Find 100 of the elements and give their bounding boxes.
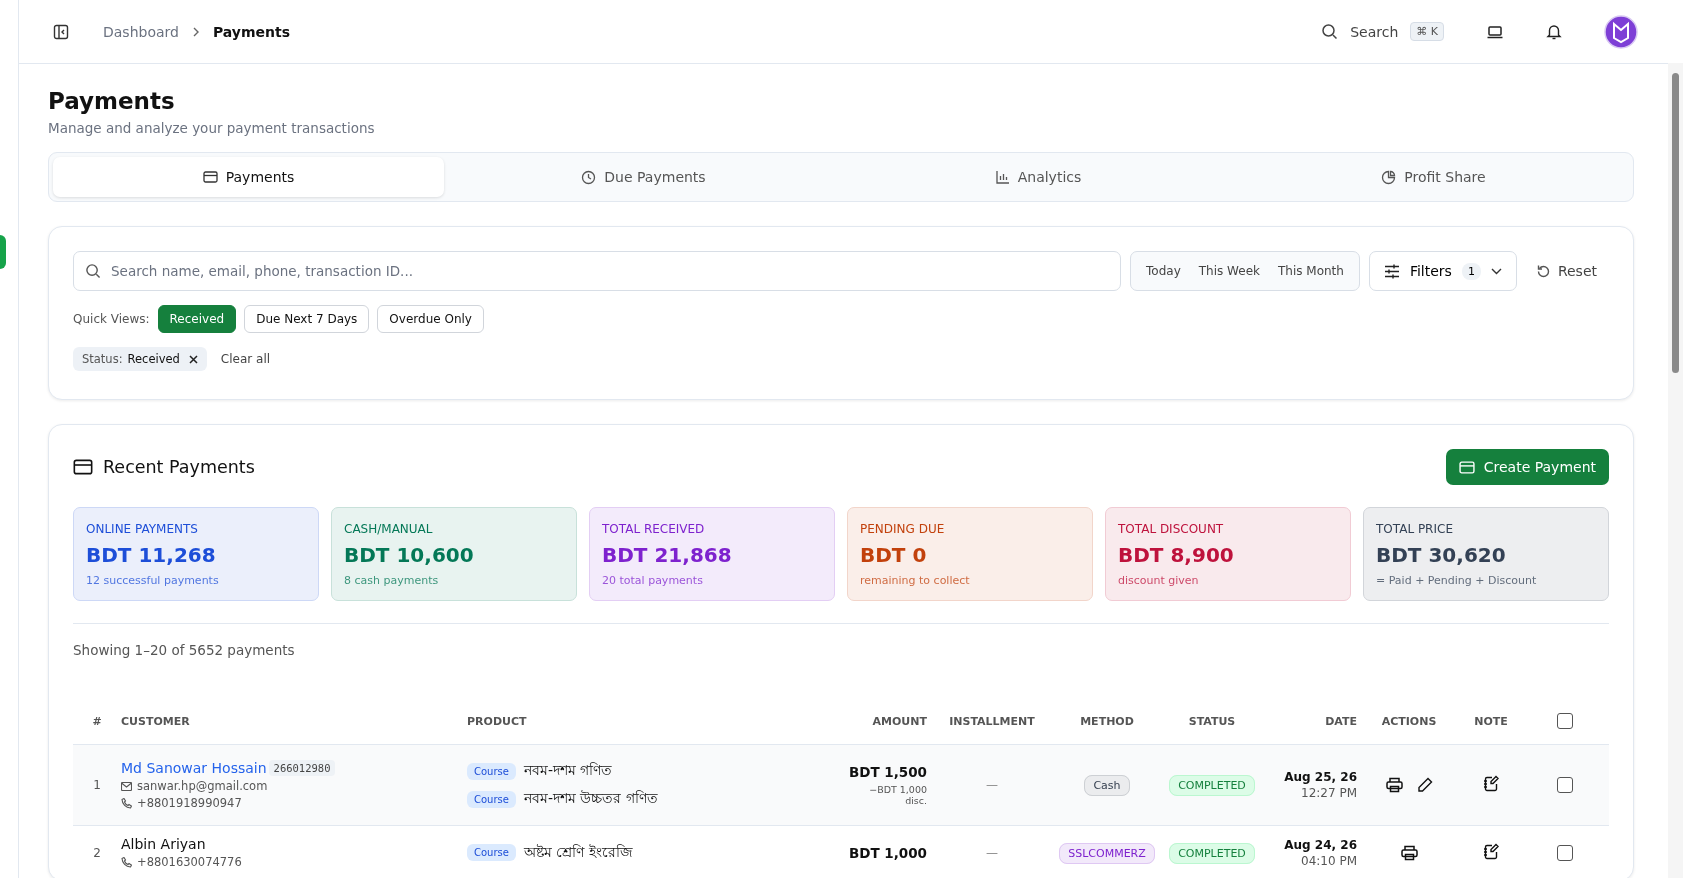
mail-icon [121,781,132,791]
stat-value: BDT 0 [860,543,928,567]
shortcut-key: ⌘ K [1410,22,1444,41]
quick-views-label: Quick Views: [73,312,150,326]
stat-note: 8 cash payments [344,574,440,587]
column-header: AMOUNT [872,714,927,728]
laptop-icon[interactable] [1486,23,1504,40]
stat-value: BDT 21,868 [602,543,733,567]
search-field[interactable]: Search name, email, phone, transaction ID... [73,251,1122,291]
sliders-icon [1383,263,1400,279]
results-count: Showing 1–20 of 5652 payments [73,642,296,658]
discount-note: −BDT 1,000 disc. [868,784,927,806]
pie-chart-icon [1381,169,1397,185]
search-icon[interactable] [1321,23,1339,40]
amount: BDT 1,000 [847,844,927,861]
customer-link[interactable]: Md Sanowar Hossain [121,760,267,776]
notebook-pen-icon[interactable] [1483,842,1499,860]
sidebar-tab[interactable] [0,235,6,269]
stat-label: TOTAL DISCOUNT [1118,522,1225,536]
create-payment-button[interactable]: Create Payment [1445,449,1609,485]
clock-icon [581,169,597,185]
search-icon [85,263,101,279]
print-icon[interactable] [1385,777,1403,793]
customer-phone: +8801918990947 [137,796,242,810]
quick-view-chip[interactable]: Overdue Only [377,305,484,333]
installment-value: — [986,845,998,860]
date-range-option[interactable]: Today [1137,258,1190,284]
page-title: Payments [48,88,176,114]
avatar-icon[interactable] [1604,14,1638,49]
phone-icon [121,797,132,809]
row-checkbox[interactable] [1557,777,1573,793]
row-number: 1 [93,778,101,792]
stat-label: PENDING DUE [860,522,946,536]
column-header: INSTALLMENT [949,714,1035,728]
stat-label: TOTAL PRICE [1376,522,1454,536]
column-header: DATE [1325,714,1357,728]
row-checkbox[interactable] [1557,844,1573,861]
filters-button[interactable]: Filters 1 [1368,251,1517,291]
column-header: NOTE [1474,714,1508,728]
tab[interactable]: Profit Share [1238,157,1629,197]
bell-icon[interactable] [1546,23,1562,40]
method-badge: Cash [1084,775,1130,796]
card-icon [1458,460,1475,474]
customer-id: 266012980 [268,760,336,776]
print-icon[interactable] [1400,844,1418,861]
quick-view-chip[interactable]: Due Next 7 Days [244,305,370,333]
column-header: CUSTOMER [121,714,190,728]
method-badge: SSLCOMMERZ [1059,842,1155,864]
product-name: নবম-দশম গণিত [523,761,613,780]
card-icon [73,459,93,475]
stat-label: CASH/MANUAL [344,522,434,536]
select-all-checkbox[interactable] [1557,713,1573,729]
column-header: METHOD [1080,714,1134,728]
pencil-icon[interactable] [1416,777,1433,793]
sidebar-toggle-icon[interactable] [53,23,69,40]
stat-value: BDT 10,600 [344,543,475,567]
filter-count: 1 [1461,262,1481,280]
stat-note: = Paid + Pending + Discount [1376,574,1538,587]
phone-icon [121,856,132,868]
tab[interactable]: Analytics [843,157,1234,197]
card-icon [202,171,218,183]
bar-chart-icon [995,170,1010,184]
product-tag: Course [467,790,516,808]
customer-phone: +8801630074776 [137,855,242,869]
clear-all-link[interactable]: Clear all [220,352,271,366]
stat-value: BDT 30,620 [1376,543,1507,567]
tab[interactable]: Due Payments [448,157,839,197]
quick-view-chip[interactable]: Received [157,305,237,333]
stat-value: BDT 8,900 [1118,543,1235,567]
filter-value: Received [127,352,180,366]
stat-note: 12 successful payments [86,574,220,587]
column-header: ACTIONS [1381,714,1437,728]
customer-name: Albin Ariyan [121,836,206,852]
stat-note: remaining to collect [860,574,971,587]
customer-email: sanwar.hp@gmail.com [137,779,268,793]
reset-icon [1535,263,1551,279]
close-icon[interactable] [188,354,198,364]
notebook-pen-icon[interactable] [1483,775,1499,792]
amount: BDT 1,500 [847,764,927,780]
row-number: 2 [93,845,101,860]
column-header: PRODUCT [467,714,527,728]
date-range-option[interactable]: This Month [1268,258,1353,284]
scrollbar[interactable] [1668,63,1683,878]
column-header: # [92,714,102,728]
product-name: অষ্টম শ্রেণি ইংরেজি [523,842,633,862]
stat-note: discount given [1118,574,1200,587]
page-subtitle: Manage and analyze your payment transactions [48,120,376,136]
search-label[interactable]: Search [1350,23,1399,40]
reset-button[interactable]: Reset [1525,263,1609,279]
chevron-down-icon [1490,267,1502,275]
column-header: STATUS [1188,714,1236,728]
product-tag: Course [467,762,516,780]
date-range-option[interactable]: This Week [1189,258,1269,284]
time: 12:27 PM [1300,786,1357,800]
installment-value: — [986,778,998,792]
tab[interactable]: Payments [53,157,444,197]
stat-value: BDT 11,268 [86,543,217,567]
breadcrumb-link[interactable]: Dashboard [103,23,179,40]
date: Aug 24, 26 [1283,837,1357,852]
product-name: নবম-দশম উচ্চতর গণিত [523,789,658,808]
